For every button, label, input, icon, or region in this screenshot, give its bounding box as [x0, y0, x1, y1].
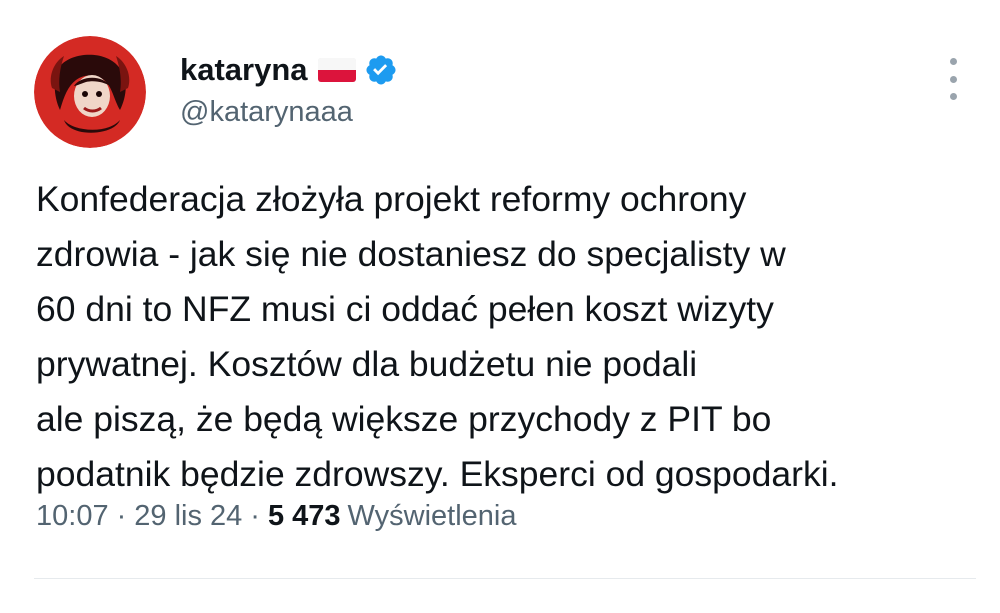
more-vertical-icon-dot [949, 75, 957, 83]
meta-separator: · [250, 500, 260, 532]
author-handle[interactable]: @katarynaaa [180, 96, 353, 129]
tweet-date[interactable]: 29 lis 24 [134, 500, 242, 533]
tweet-text-line: 60 dni to NFZ musi ci oddać pełen koszt … [36, 289, 774, 329]
author-name-row: kataryna [180, 50, 398, 90]
avatar[interactable] [34, 36, 146, 148]
tweet-text-line: zdrowia - jak się nie dostaniesz do spec… [36, 234, 786, 274]
tweet-time[interactable]: 10:07 [36, 500, 109, 533]
tweet-metadata: 10:07 · 29 lis 24 · 5 473 Wyświetlenia [36, 500, 516, 533]
author-display-name[interactable]: kataryna [180, 52, 308, 88]
more-options-button[interactable] [936, 58, 970, 100]
divider [34, 578, 976, 579]
tweet-card: kataryna @katarynaaa Konfederacja złożył… [0, 0, 1000, 613]
views-count[interactable]: 5 473 [268, 500, 341, 533]
views-label: Wyświetlenia [347, 500, 517, 532]
tweet-text-line: podatnik będzie zdrowszy. Eksperci od go… [36, 454, 839, 494]
verified-badge-icon[interactable] [364, 53, 398, 87]
poland-flag-icon [317, 58, 356, 82]
tweet-text: Konfederacja złożyła projekt reformy och… [36, 172, 976, 502]
avatar-image [34, 36, 146, 148]
tweet-text-line: ale piszą, że będą większe przychody z P… [36, 399, 772, 439]
tweet-text-line: Konfederacja złożyła projekt reformy och… [36, 179, 747, 219]
more-vertical-icon-dot [949, 58, 957, 65]
meta-separator: · [116, 500, 127, 532]
tweet-text-line: prywatnej. Kosztów dla budżetu nie podal… [36, 344, 698, 384]
more-vertical-icon-dot [949, 93, 957, 100]
